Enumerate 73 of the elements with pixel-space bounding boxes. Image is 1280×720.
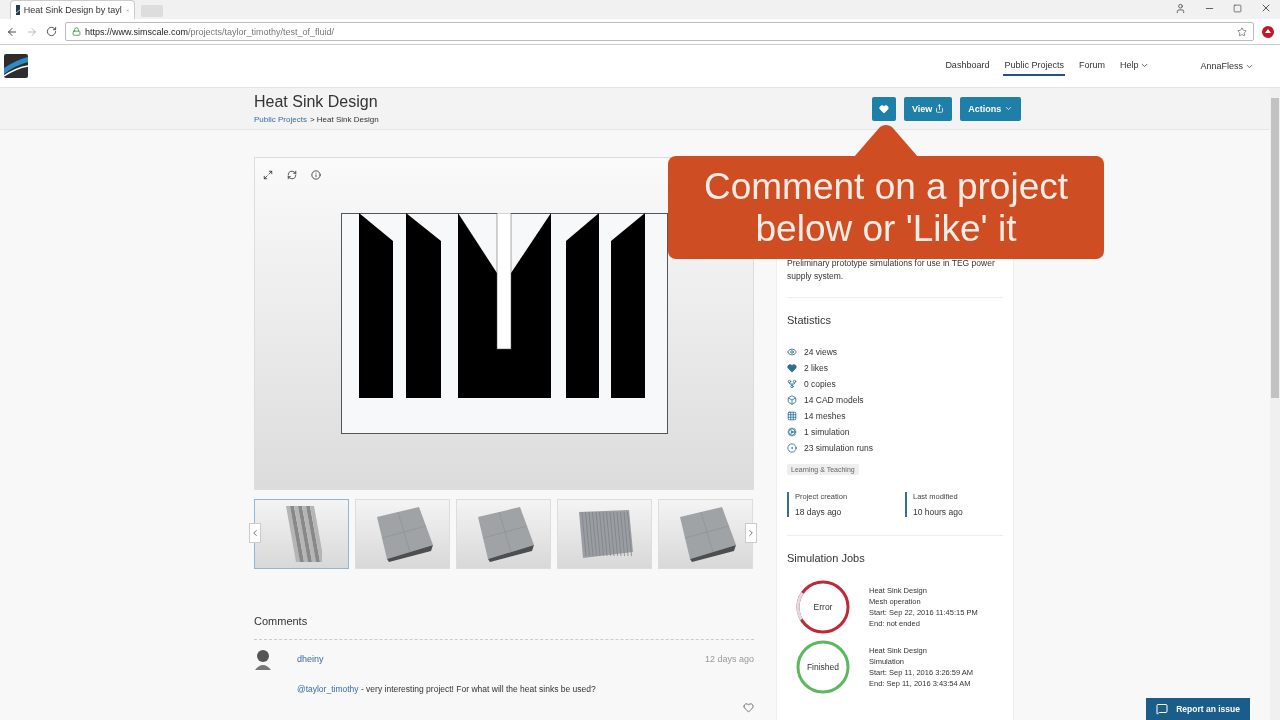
info-icon[interactable]	[311, 170, 321, 180]
meshes-stat-icon	[787, 410, 797, 421]
comment-author-link[interactable]: dheiny	[297, 654, 705, 664]
breadcrumb-link[interactable]: Public Projects	[254, 115, 307, 124]
bookmark-star-icon[interactable]	[1237, 26, 1247, 37]
chevron-left-icon	[250, 528, 260, 538]
comment-text: @taylor_timothy - very interesting project! For what will the heat sinks be used?	[297, 684, 597, 694]
model-thumbnail[interactable]	[456, 499, 551, 569]
heart-icon	[879, 103, 889, 114]
date-value: 10 hours ago	[913, 506, 964, 517]
callout-text: Comment on a project below or 'Like' it	[703, 165, 1069, 250]
chevron-right-icon	[746, 528, 756, 538]
job-status-ring[interactable]: Finished	[795, 638, 851, 695]
project-title: Heat Sink Design	[254, 93, 379, 111]
refresh-icon[interactable]	[287, 170, 297, 180]
browser-tab[interactable]: Heat Sink Design by tayl	[10, 0, 135, 19]
url-text: https://www.simscale.com/projects/taylor_timothy/test_of_fluid/	[85, 26, 335, 37]
section-title: Statistics	[787, 313, 832, 326]
simulations-stat-icon	[787, 426, 797, 437]
nav-link[interactable]: Dashboard	[944, 56, 991, 76]
views-stat-icon	[787, 346, 797, 357]
stat-text: 1 simulation	[804, 426, 850, 437]
project-description: Preliminary prototype simulations for use in TEG power supply system.	[787, 257, 996, 283]
job-status-ring[interactable]: Error	[795, 578, 851, 635]
tab-title: Heat Sink Design by tayl	[23, 5, 122, 15]
back-icon[interactable]	[6, 25, 18, 38]
job-status: Error	[813, 601, 833, 612]
site-logo-icon	[16, 5, 20, 15]
model-thumbnail[interactable]	[658, 499, 753, 569]
stat-text: 2 likes	[804, 362, 829, 373]
likes-stat-icon	[787, 362, 797, 373]
section-title: Simulation Jobs	[787, 551, 866, 564]
model-thumbnail[interactable]	[355, 499, 450, 569]
breadcrumb-current: > Heat Sink Design	[309, 115, 379, 124]
copies-stat-icon	[787, 378, 797, 389]
speech-bubble-icon	[1156, 703, 1169, 715]
like-button[interactable]	[872, 96, 896, 121]
heart-icon[interactable]	[743, 702, 754, 713]
previous-button[interactable]	[249, 523, 261, 543]
extension-icon[interactable]	[1262, 25, 1274, 38]
stat-text: 23 simulation runs	[804, 442, 873, 453]
view-button[interactable]: View	[904, 96, 953, 121]
nav-link[interactable]: Help	[1118, 56, 1151, 76]
actions-button[interactable]: Actions	[960, 96, 1022, 121]
restore-icon[interactable]	[1233, 3, 1242, 13]
user-menu[interactable]: AnnaFless	[1200, 61, 1254, 71]
date-value: 18 days ago	[795, 506, 843, 517]
share-arrow-icon	[935, 104, 945, 113]
stat-text: 14 meshes	[804, 410, 846, 421]
caret-icon	[1004, 104, 1014, 113]
model-thumbnail[interactable]	[557, 499, 652, 569]
stat-text: 0 copies	[804, 378, 836, 389]
address-field[interactable]: https://www.simscale.com/projects/taylor_timothy/test_of_fluid/	[65, 22, 1254, 41]
site-logo-icon[interactable]	[4, 54, 28, 78]
comment-time: 12 days ago	[704, 654, 754, 664]
reload-icon[interactable]	[46, 26, 57, 37]
job-status: Finished	[806, 661, 840, 672]
nav-link[interactable]: Forum	[1077, 56, 1106, 76]
avatar-silhouette	[254, 648, 272, 670]
mention-link[interactable]: @taylor_timothy	[297, 684, 359, 694]
cad-stat-icon	[787, 394, 797, 405]
section-title: Comments	[254, 615, 309, 627]
nav-link[interactable]: Public Projects	[1003, 56, 1065, 76]
report-issue-button[interactable]: Report an issue	[1146, 698, 1250, 720]
fullscreen-icon[interactable]	[263, 170, 273, 180]
profile-icon[interactable]	[1175, 2, 1186, 14]
runs-stat-icon	[787, 442, 797, 453]
model-thumbnail[interactable]	[254, 499, 349, 569]
close-icon[interactable]	[1260, 2, 1272, 14]
lock-icon	[72, 27, 81, 36]
stat-text: 24 views	[804, 346, 838, 357]
stat-text: 14 CAD models	[804, 394, 864, 405]
scrollbar-thumb[interactable]	[1271, 98, 1279, 398]
